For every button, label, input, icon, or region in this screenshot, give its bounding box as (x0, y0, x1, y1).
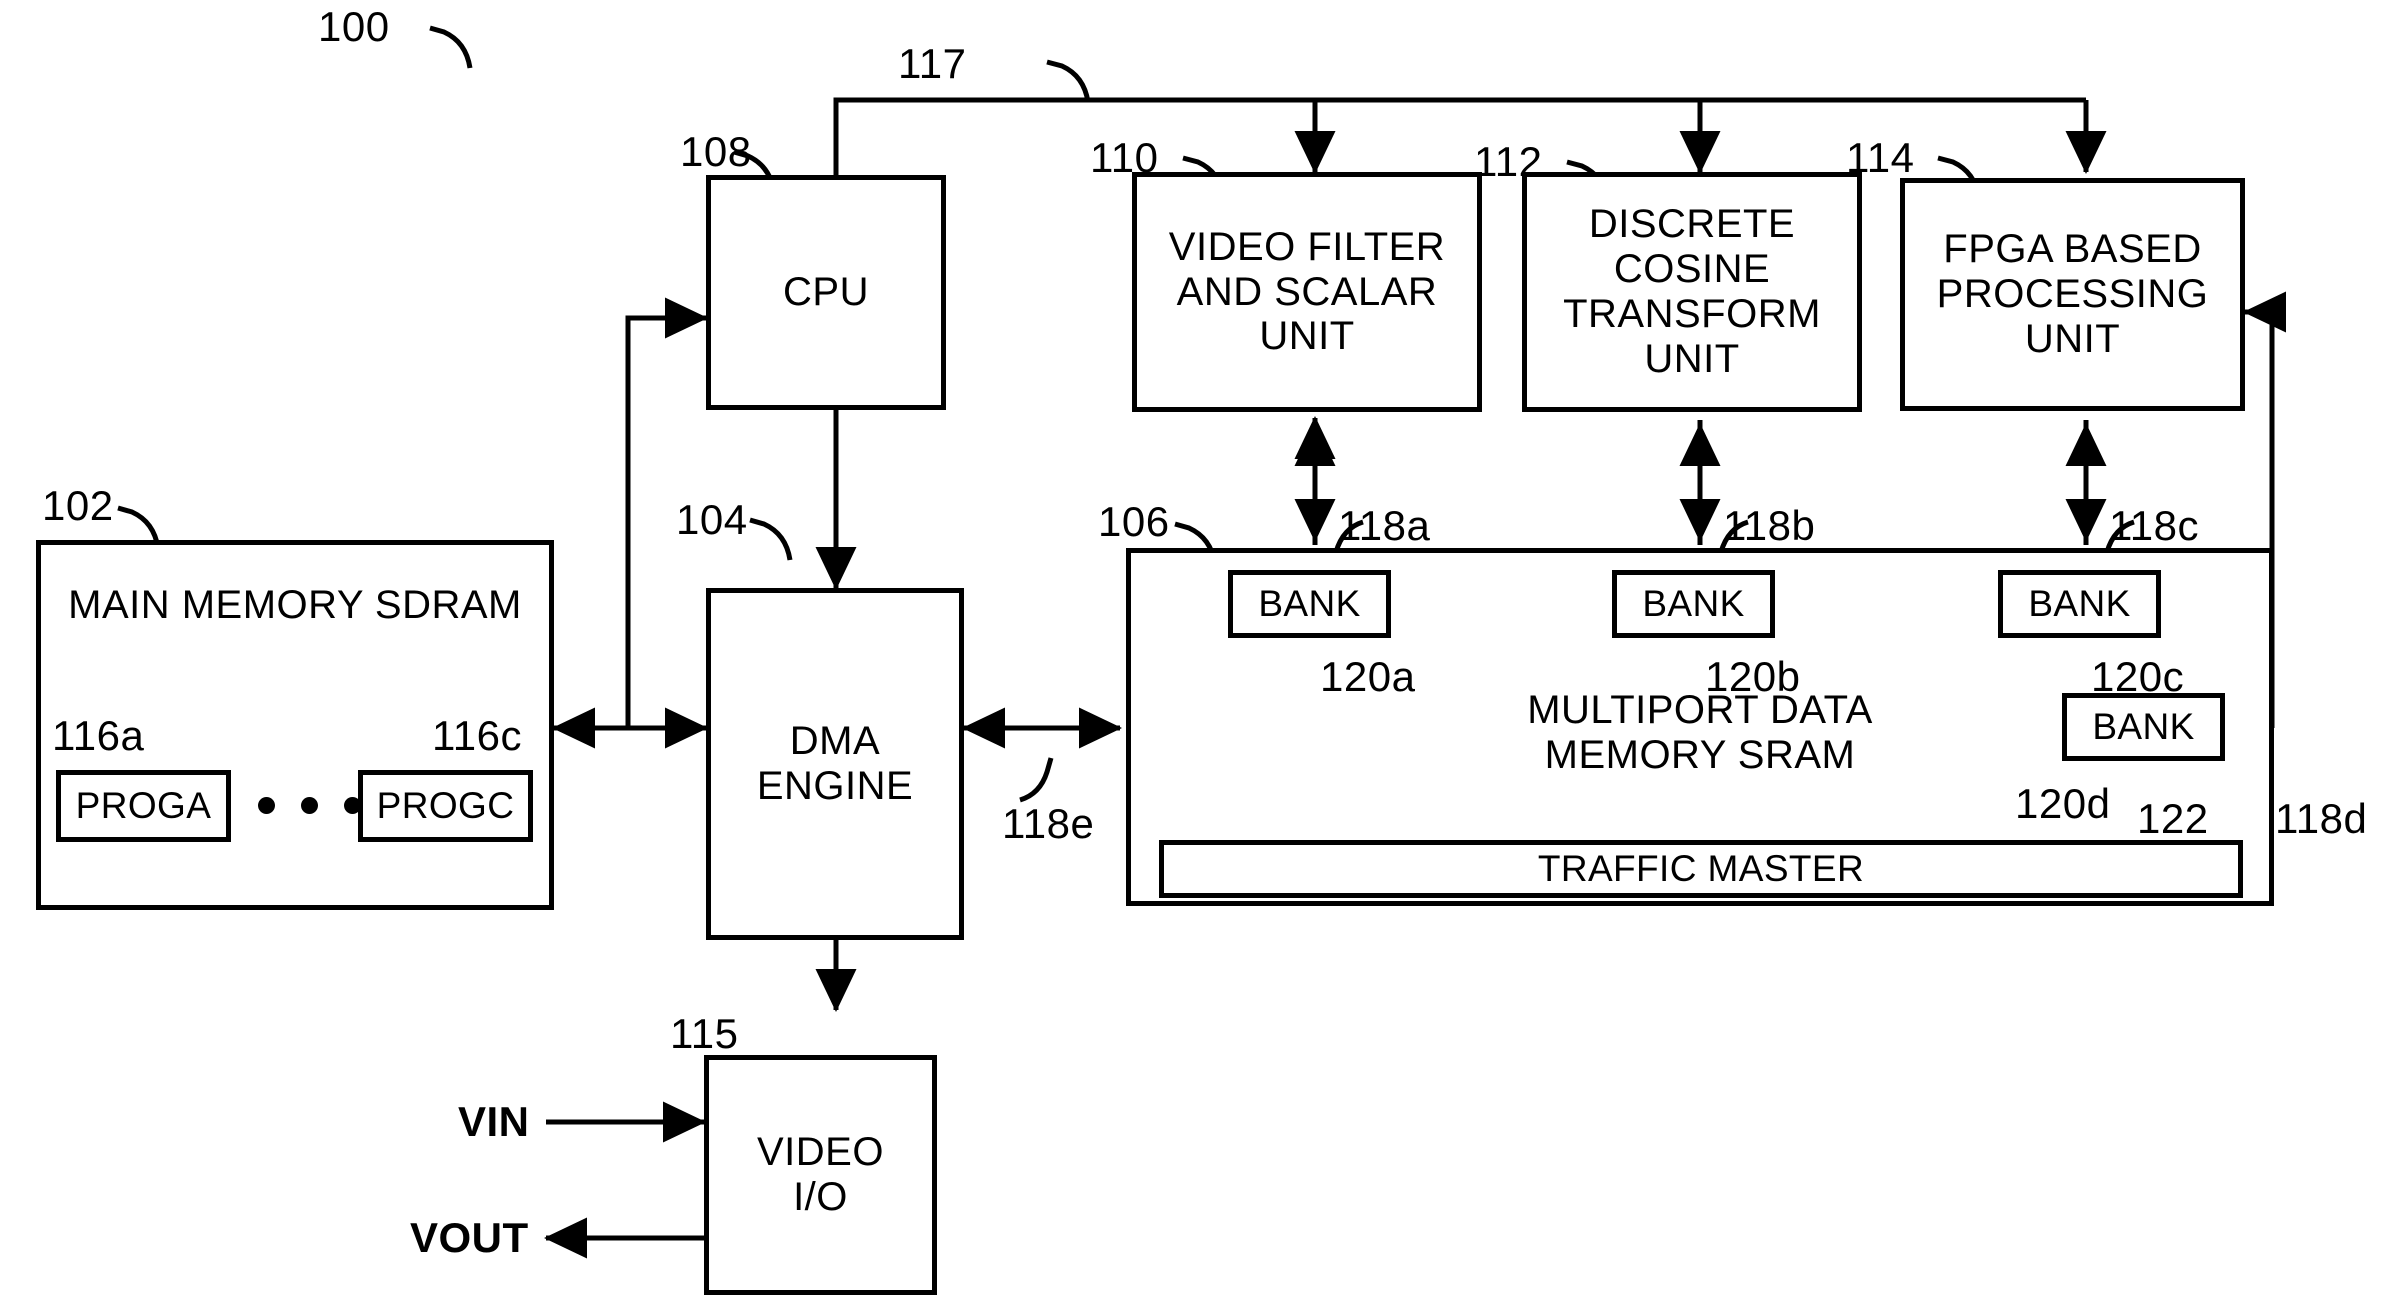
memory-bank-120c[interactable]: BANK (1998, 570, 2161, 638)
ref-115: 115 (670, 1010, 739, 1057)
block-video-filter-and-scalar-unit[interactable]: VIDEO FILTER AND SCALAR UNIT (1132, 172, 1482, 412)
block-cpu[interactable]: CPU (706, 175, 946, 410)
block-cpu-label: CPU (783, 270, 869, 315)
memory-bank-120d-label: BANK (2092, 706, 2195, 747)
block-main-memory-label: MAIN MEMORY SDRAM (68, 583, 522, 627)
memory-bank-120d[interactable]: BANK (2062, 693, 2225, 761)
block-dma-engine-label: DMA ENGINE (756, 719, 914, 808)
ref-104: 104 (676, 496, 748, 543)
ref-110: 110 (1090, 134, 1159, 181)
signal-label-vout: VOUT (410, 1214, 529, 1261)
ref-100: 100 (318, 3, 390, 50)
ref-102: 102 (42, 482, 114, 529)
ref-108: 108 (680, 128, 752, 175)
ref-118c: 118c (2109, 502, 2199, 549)
program-block-progc-label: PROGC (376, 785, 515, 826)
block-video-io-label: VIDEO I/O (757, 1130, 884, 1219)
ref-118e: 118e (1002, 800, 1095, 847)
block-dct-label: DISCRETE COSINE TRANSFORM UNIT (1563, 202, 1821, 381)
patent-figure-canvas: CPU VIDEO FILTER AND SCALAR UNIT DISCRET… (0, 0, 2381, 1306)
signal-label-vin: VIN (458, 1098, 530, 1145)
memory-bank-120c-label: BANK (2028, 583, 2131, 624)
ellipsis-dots (258, 797, 361, 814)
ref-116c: 116c (432, 712, 522, 759)
block-discrete-cosine-transform-unit[interactable]: DISCRETE COSINE TRANSFORM UNIT (1522, 172, 1862, 412)
ref-122: 122 (2137, 795, 2209, 842)
program-block-progc[interactable]: PROGC (358, 770, 533, 842)
ref-118b: 118b (1723, 502, 1816, 549)
program-block-proga[interactable]: PROGA (56, 770, 231, 842)
ref-120d: 120d (2015, 780, 2111, 827)
memory-bank-120b[interactable]: BANK (1612, 570, 1775, 638)
traffic-master-bar[interactable]: TRAFFIC MASTER (1159, 840, 2243, 898)
memory-bank-120a-label: BANK (1258, 583, 1361, 624)
ref-120c: 120c (2091, 653, 2185, 700)
block-video-io[interactable]: VIDEO I/O (704, 1055, 937, 1295)
memory-bank-120a[interactable]: BANK (1228, 570, 1391, 638)
block-fpga-label: FPGA BASED PROCESSING UNIT (1936, 227, 2209, 361)
program-block-proga-label: PROGA (75, 785, 212, 826)
ref-116a: 116a (52, 712, 145, 759)
block-video-filter-label: VIDEO FILTER AND SCALAR UNIT (1168, 224, 1446, 359)
ref-118a: 118a (1338, 502, 1431, 549)
ref-106: 106 (1098, 498, 1170, 545)
traffic-master-label: TRAFFIC MASTER (1537, 848, 1865, 889)
ref-117: 117 (898, 40, 967, 87)
block-dma-engine[interactable]: DMA ENGINE (706, 588, 964, 940)
block-fpga-based-processing-unit[interactable]: FPGA BASED PROCESSING UNIT (1900, 178, 2245, 411)
ref-120b: 120b (1705, 653, 1801, 700)
ref-118d: 118d (2275, 795, 2368, 842)
memory-bank-120b-label: BANK (1642, 583, 1745, 624)
ref-114: 114 (1846, 134, 1915, 181)
ref-112: 112 (1474, 138, 1543, 185)
ref-120a: 120a (1320, 653, 1416, 700)
